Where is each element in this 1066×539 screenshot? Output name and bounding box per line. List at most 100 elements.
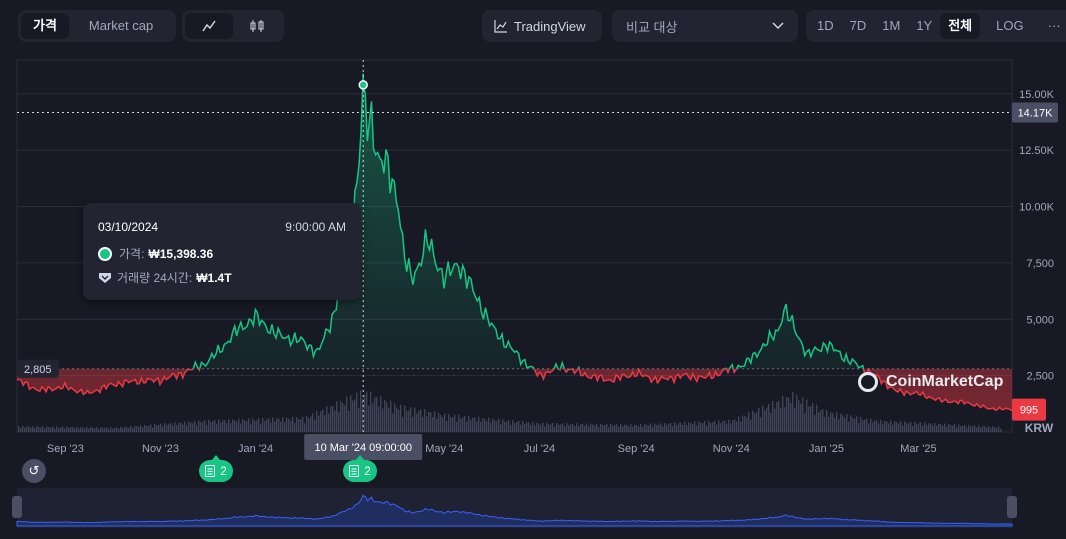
volume-bar: [332, 406, 334, 432]
tradingview-button[interactable]: TradingView: [482, 10, 602, 42]
volume-bar: [534, 425, 536, 432]
volume-bar: [658, 424, 660, 432]
volume-bar: [188, 421, 190, 432]
volume-bar: [814, 414, 816, 432]
volume-bar: [62, 426, 64, 432]
volume-bar: [312, 413, 314, 432]
volume-bar: [278, 418, 280, 432]
volume-bar: [380, 395, 382, 432]
line-chart-icon[interactable]: [185, 13, 233, 39]
volume-bar: [588, 426, 590, 432]
volume-bar: [528, 422, 530, 432]
volume-bar: [430, 412, 432, 432]
volume-bar: [96, 427, 98, 432]
volume-bar: [750, 419, 752, 432]
volume-bar: [142, 427, 144, 432]
tab-market-cap[interactable]: Market cap: [69, 13, 173, 39]
volume-bar: [316, 410, 318, 432]
volume-bar: [482, 418, 484, 432]
navigator-left-handle[interactable]: [12, 496, 22, 518]
volume-bar: [74, 428, 76, 432]
volume-bar: [692, 424, 694, 432]
log-scale-toggle[interactable]: LOG: [988, 13, 1031, 39]
volume-bar: [432, 416, 434, 432]
volume-bar: [904, 421, 906, 432]
volume-bar: [596, 423, 598, 432]
volume-bar: [190, 422, 192, 432]
volume-bar: [66, 426, 68, 432]
volume-bar: [56, 426, 58, 432]
volume-bar: [690, 422, 692, 432]
volume-bar: [218, 419, 220, 432]
volume-bar: [210, 422, 212, 432]
navigator-right-handle[interactable]: [1007, 496, 1017, 518]
volume-bar: [178, 422, 180, 432]
volume-bar: [998, 426, 1000, 432]
volume-bar: [616, 424, 618, 432]
volume-bar: [498, 418, 500, 432]
history-icon[interactable]: ↺: [22, 459, 46, 483]
volume-bar: [220, 422, 222, 432]
volume-bar: [288, 418, 290, 432]
volume-bar: [806, 399, 808, 432]
volume-bar: [90, 427, 92, 432]
volume-bar: [412, 416, 414, 432]
volume-bar: [406, 410, 408, 432]
range-7d[interactable]: 7D: [842, 13, 875, 39]
volume-bar: [976, 427, 978, 432]
event-marker[interactable]: 2: [343, 460, 377, 482]
tooltip-time: 9:00:00 AM: [285, 220, 346, 234]
volume-bar: [104, 428, 106, 432]
range-1d[interactable]: 1D: [809, 13, 842, 39]
range-1m[interactable]: 1M: [874, 13, 908, 39]
volume-bar: [52, 426, 54, 432]
volume-bar: [748, 411, 750, 432]
volume-bar: [876, 420, 878, 432]
volume-bar: [32, 426, 34, 432]
volume-bar: [710, 422, 712, 432]
range-all[interactable]: 전체: [940, 13, 981, 39]
volume-bar: [730, 423, 732, 432]
volume-bar: [102, 428, 104, 432]
volume-bar: [68, 428, 70, 432]
volume-bar: [244, 420, 246, 432]
volume-bar: [30, 427, 32, 432]
volume-bar: [988, 425, 990, 432]
volume-bar: [996, 427, 998, 432]
more-options-button[interactable]: ···: [1040, 13, 1066, 39]
navigator[interactable]: [12, 488, 1017, 528]
volume-bar: [862, 420, 864, 432]
volume-bar: [156, 425, 158, 432]
volume-bar: [618, 426, 620, 432]
volume-bar: [592, 424, 594, 432]
volume-bar: [40, 427, 42, 432]
range-1y[interactable]: 1Y: [908, 13, 940, 39]
volume-bar: [304, 423, 306, 432]
tradingview-label: TradingView: [514, 18, 586, 34]
candlestick-icon[interactable]: [233, 13, 281, 39]
y-tick-label: 2,500: [1026, 371, 1054, 383]
volume-bar: [772, 400, 774, 432]
volume-bar: [902, 425, 904, 432]
volume-bar: [786, 396, 788, 432]
volume-bar: [894, 421, 896, 432]
volume-bar: [610, 423, 612, 432]
svg-text:10 Mar '24 09:00:00: 10 Mar '24 09:00:00: [314, 442, 412, 454]
volume-bar: [386, 402, 388, 432]
event-marker[interactable]: 2: [199, 460, 233, 482]
volume-bar: [960, 425, 962, 432]
volume-bar: [566, 423, 568, 432]
volume-bar: [92, 427, 94, 432]
volume-bar: [956, 427, 958, 432]
volume-bar: [846, 414, 848, 432]
volume-bar: [418, 410, 420, 432]
watermark-text: CoinMarketCap: [886, 373, 1004, 390]
tab-price[interactable]: 가격: [21, 13, 69, 39]
volume-bar: [844, 418, 846, 432]
compare-select[interactable]: 비교 대상: [612, 10, 798, 42]
volume-bar: [854, 418, 856, 432]
volume-bar: [994, 427, 996, 432]
coinmarketcap-logo-icon: [858, 372, 878, 392]
volume-bar: [568, 425, 570, 432]
volume-bars: [18, 390, 1002, 432]
